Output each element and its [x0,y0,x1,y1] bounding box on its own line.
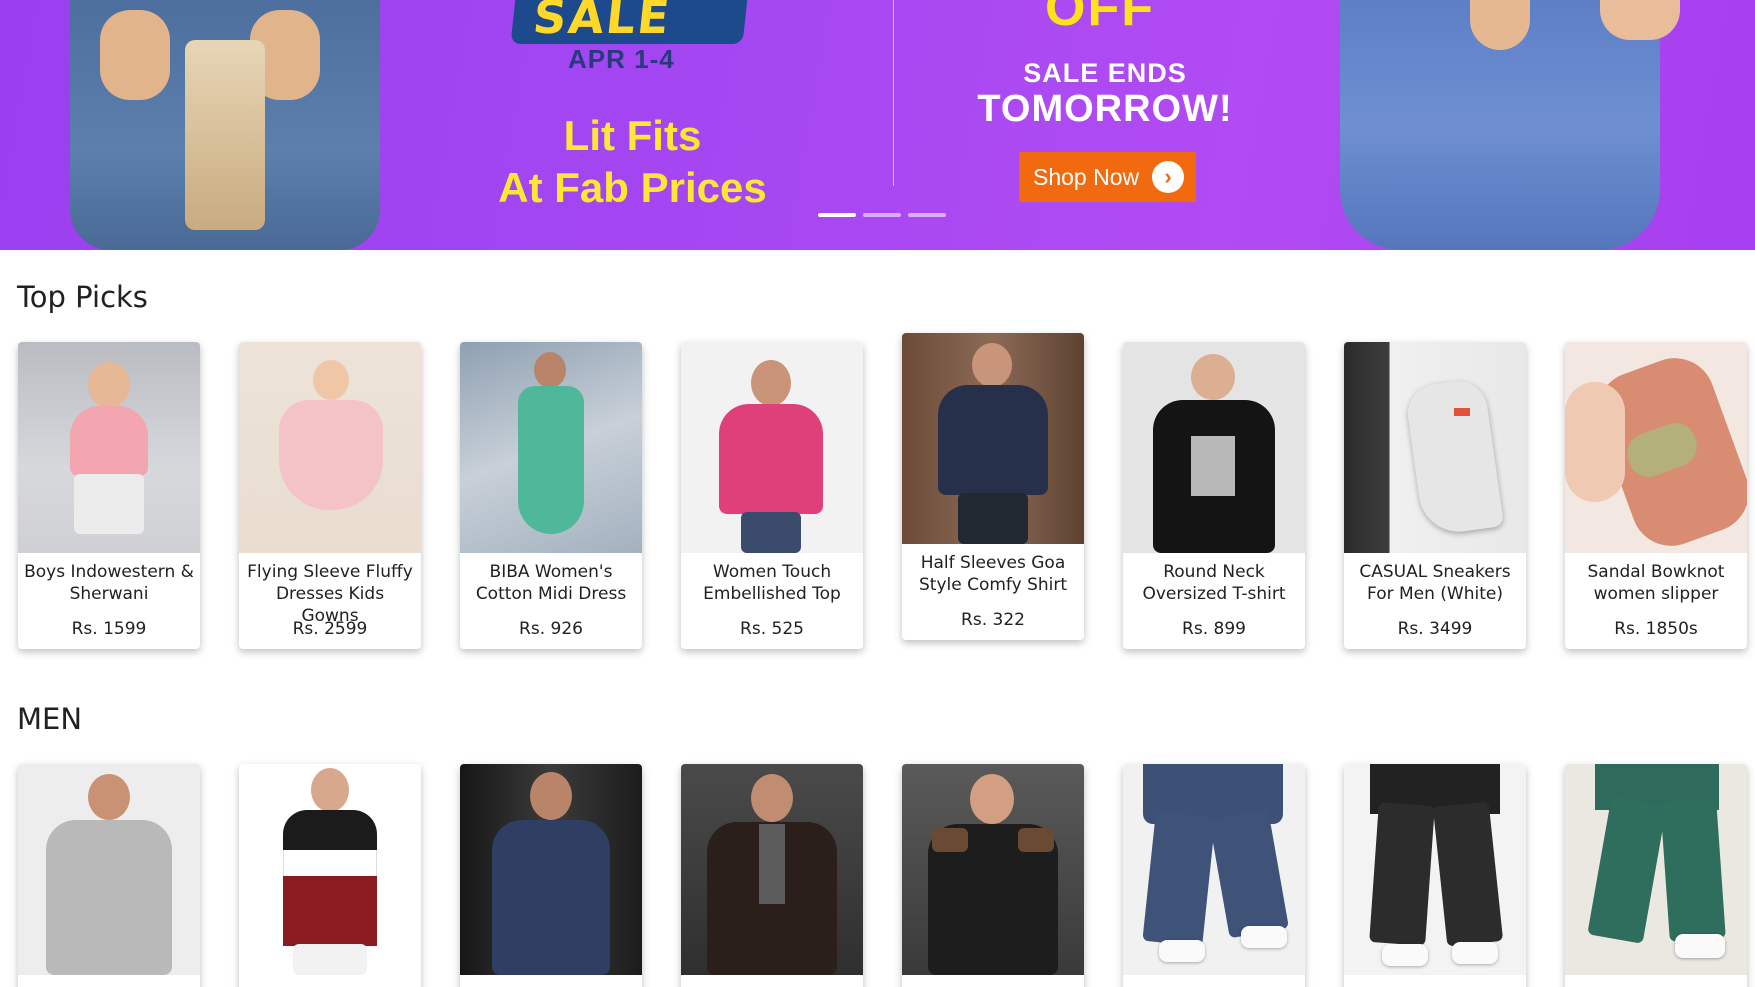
product-image [902,764,1084,975]
product-card[interactable]: Sandal Bowknot women slipper Rs. 1850s [1565,342,1747,649]
product-card[interactable]: Boys Indowestern & Sherwani Rs. 1599 [18,342,200,649]
product-card[interactable] [18,764,200,987]
product-name: Sandal Bowknot women slipper [1587,562,1725,604]
product-card[interactable]: CASUAL Sneakers For Men (White) Rs. 3499 [1344,342,1526,649]
product-card[interactable] [1123,764,1305,987]
product-price: Rs. 1599 [71,619,147,639]
product-image [18,764,200,975]
product-card[interactable] [1565,764,1747,987]
product-image [681,764,863,975]
product-price: Rs. 322 [961,610,1025,630]
product-image [460,764,642,975]
product-image [239,764,421,975]
product-card[interactable] [681,764,863,987]
product-image [902,333,1084,544]
product-name: Boys Indowestern & Sherwani [24,562,194,604]
product-image [1565,764,1747,975]
product-card[interactable] [239,764,421,987]
product-image [460,342,642,553]
product-name: Women Touch Embellished Top [703,562,841,604]
product-image [18,342,200,553]
product-card[interactable]: Round Neck Oversized T-shirt Rs. 899 [1123,342,1305,649]
product-image [1565,342,1747,553]
product-card[interactable]: Half Sleeves Goa Style Comfy Shirt Rs. 3… [902,333,1084,640]
product-card[interactable] [1344,764,1526,987]
product-name: Round Neck Oversized T-shirt [1142,562,1286,604]
product-price: Rs. 3499 [1397,619,1473,639]
product-name: CASUAL Sneakers For Men (White) [1359,562,1511,604]
product-price: Rs. 525 [740,619,804,639]
product-card[interactable]: Flying Sleeve Fluffy Dresses Kids Gowns … [239,342,421,649]
product-price: Rs. 899 [1182,619,1246,639]
product-image [1344,342,1526,553]
product-card[interactable]: BIBA Women's Cotton Midi Dress Rs. 926 [460,342,642,649]
product-image [1123,764,1305,975]
product-image [1123,342,1305,553]
product-image [1344,764,1526,975]
product-name: BIBA Women's Cotton Midi Dress [475,562,627,604]
product-image [239,342,421,553]
product-card[interactable] [460,764,642,987]
section-title-men: MEN [17,702,83,736]
product-price: Rs. 926 [519,619,583,639]
men-row [0,0,1755,987]
product-image [681,342,863,553]
product-name: Flying Sleeve Fluffy Dresses Kids Gowns [247,562,413,626]
product-price: Rs. 1850s [1614,619,1698,639]
product-card[interactable]: Women Touch Embellished Top Rs. 525 [681,342,863,649]
product-name: Half Sleeves Goa Style Comfy Shirt [918,553,1068,595]
product-card[interactable] [902,764,1084,987]
product-price: Rs. 2599 [292,619,368,639]
